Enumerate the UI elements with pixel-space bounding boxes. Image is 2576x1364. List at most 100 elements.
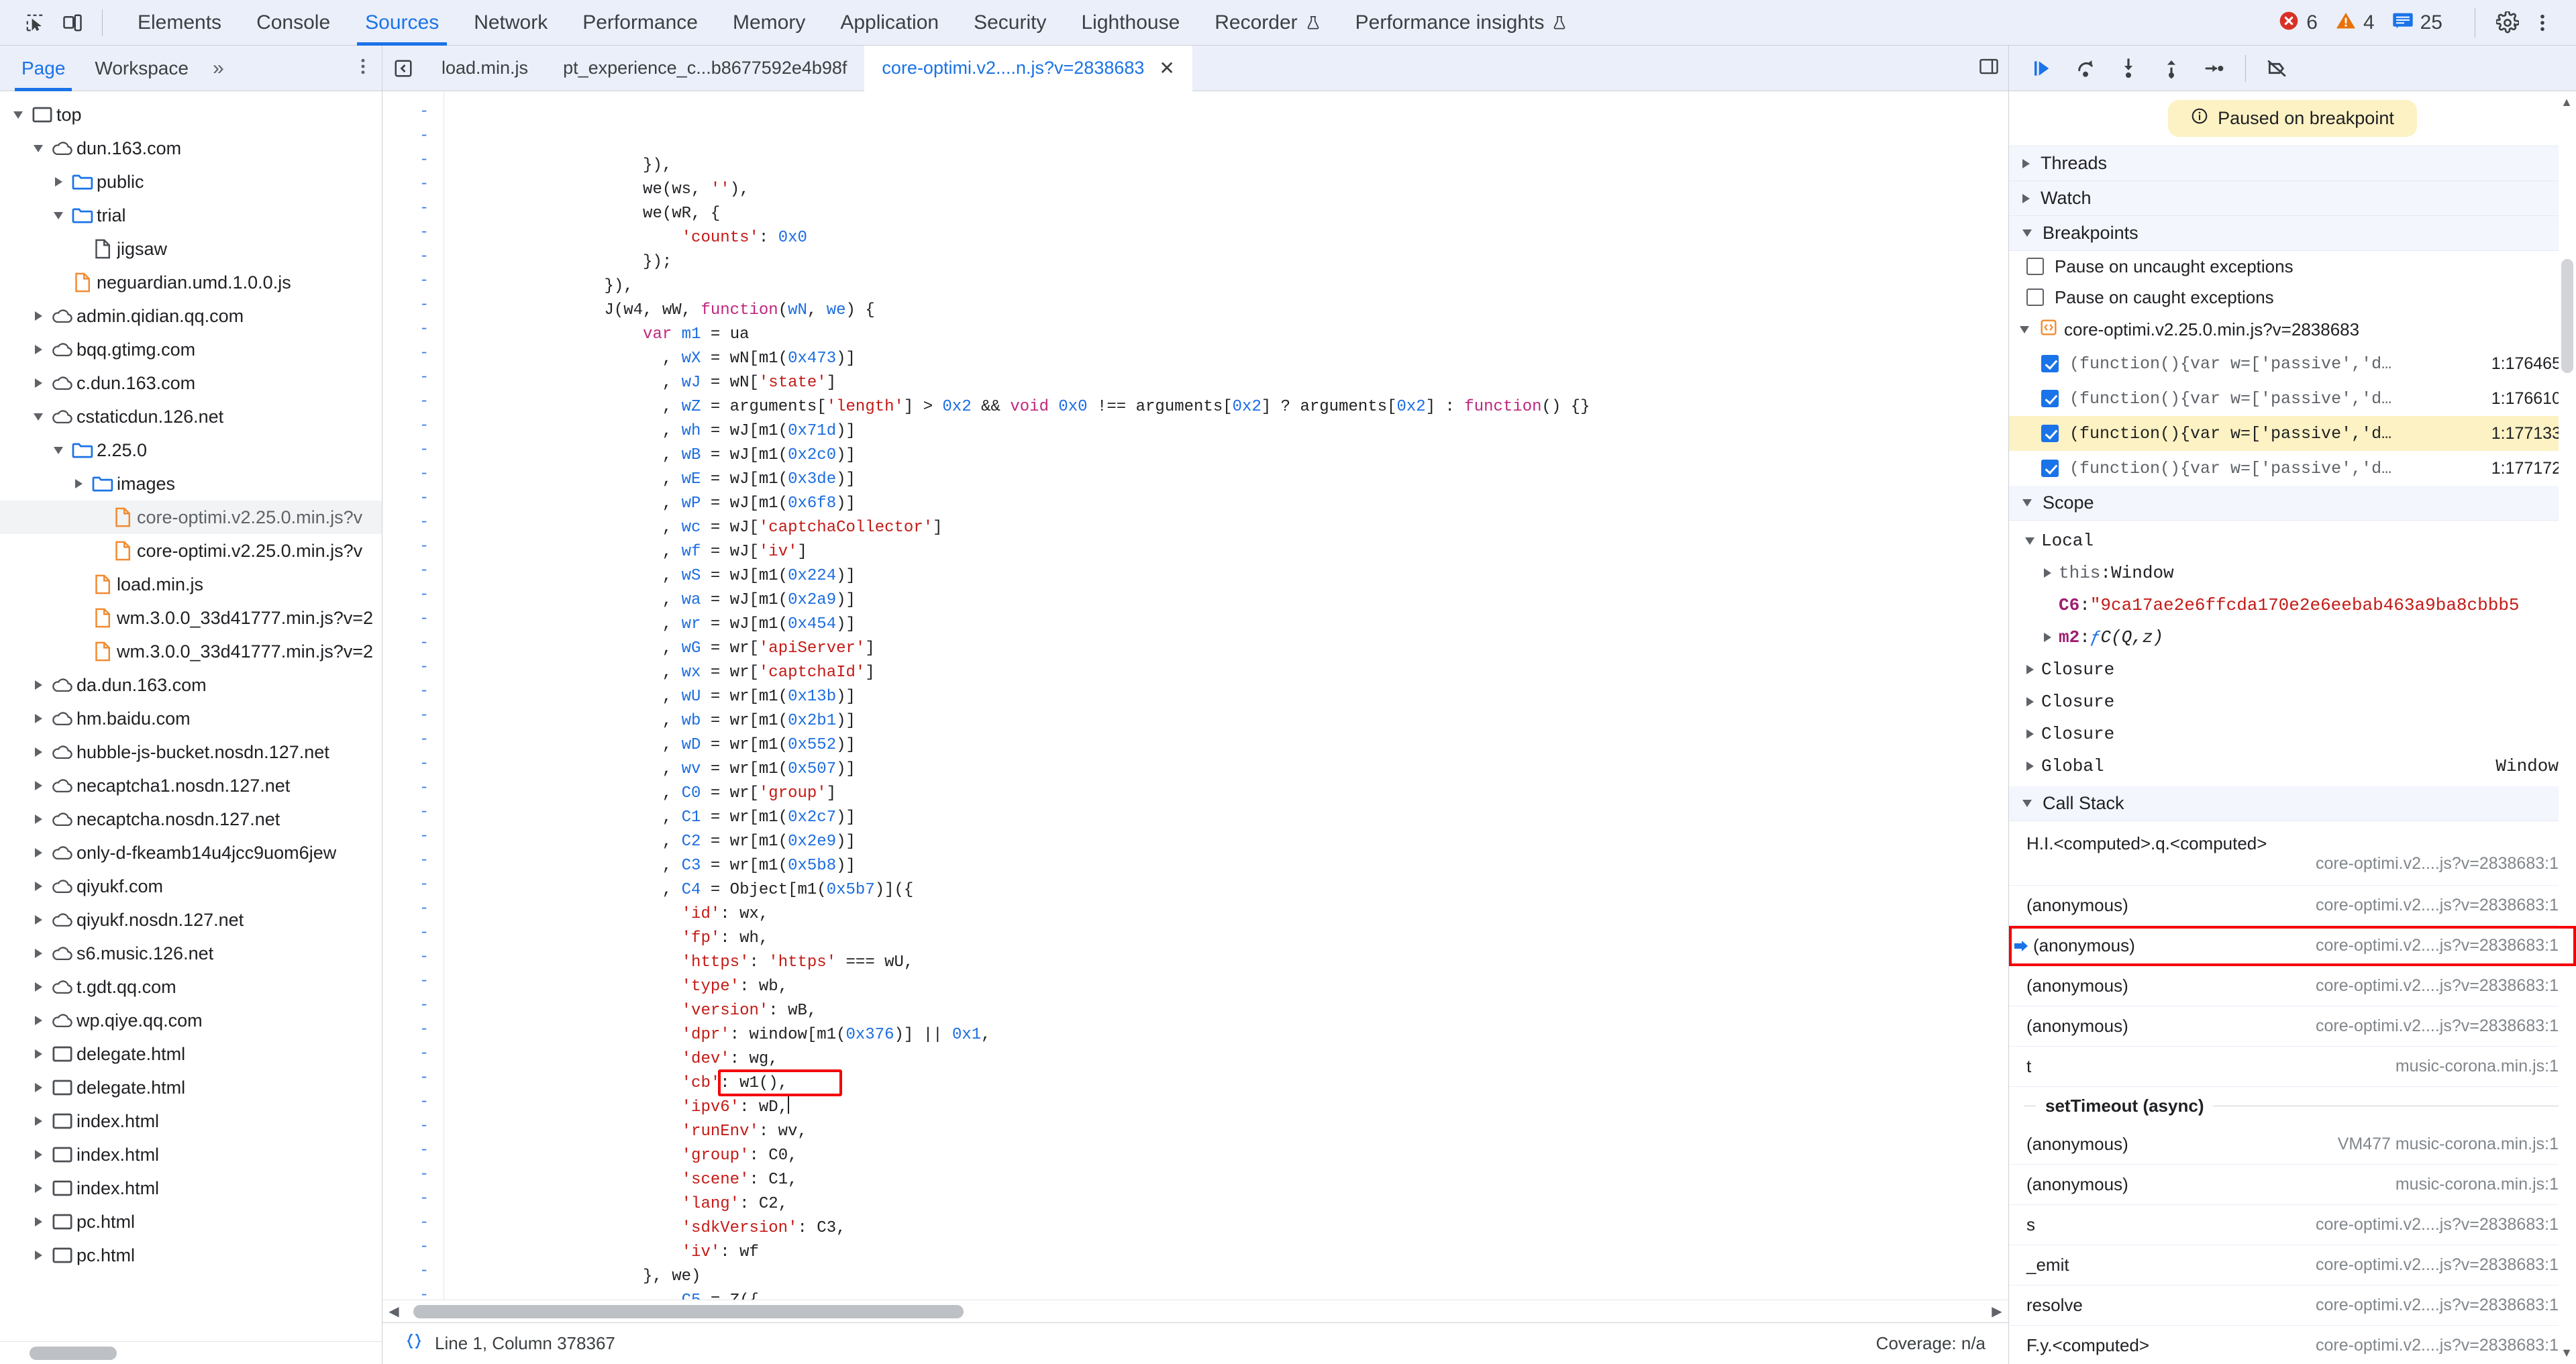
tree-item-delegate-html[interactable]: delegate.html [0,1037,382,1071]
line-marker[interactable]: - [382,510,444,534]
chevron-down-icon[interactable] [2018,537,2041,545]
checkbox[interactable] [2026,258,2044,275]
line-marker[interactable]: - [382,534,444,558]
line-marker[interactable]: - [382,921,444,945]
tree-item-public[interactable]: public [0,165,382,199]
line-marker[interactable]: - [382,1138,444,1162]
tree-item-index-html[interactable]: index.html [0,1171,382,1205]
chevron-right-icon[interactable] [28,345,48,354]
nav-overflow-chevron-icon[interactable]: » [203,57,232,80]
scope-row-local[interactable]: Local [2009,525,2576,557]
scope-row-c6[interactable]: C6: "9ca17ae2e6ffcda170e2e6eebab463a9ba8… [2009,589,2576,621]
tree-item-necaptcha-nosdn-127-net[interactable]: necaptcha.nosdn.127.net [0,802,382,836]
tree-item-delegate-html[interactable]: delegate.html [0,1071,382,1104]
line-marker[interactable]: - [382,679,444,703]
nav-tab-workspace[interactable]: Workspace [80,46,203,91]
inspect-element-icon[interactable] [16,4,54,42]
tree-item-wp-qiye-qq-com[interactable]: wp.qiye.qq.com [0,1004,382,1037]
tree-item-core-optimi-v2-25-0-min-js-v[interactable]: core-optimi.v2.25.0.min.js?v [0,501,382,534]
call-stack-frame[interactable]: _emit core-optimi.v2....js?v=2838683:1 [2009,1245,2576,1286]
tree-item-only-d-fkeamb14u4jcc9uom6jew[interactable]: only-d-fkeamb14u4jcc9uom6jew [0,836,382,870]
chevron-right-icon[interactable] [28,1184,48,1193]
navigator-more-kebab-icon[interactable] [355,56,371,80]
line-marker[interactable]: - [382,1090,444,1114]
chevron-right-icon[interactable] [28,882,48,891]
line-marker[interactable]: - [382,1017,444,1041]
file-navigator-tree[interactable]: top dun.163.com public trial jigsaw neguardia… [0,91,382,1341]
editor-tab-pt-experience[interactable]: pt_experience_c...b8677592e4b98f [546,46,864,91]
breakpoint-checkbox[interactable] [2041,460,2059,477]
scrollbar-thumb[interactable] [413,1304,964,1318]
chevron-right-icon[interactable] [28,1217,48,1226]
line-marker[interactable]: - [382,268,444,293]
message-count-button[interactable]: 25 [2392,11,2442,34]
tree-item-top[interactable]: top [0,98,382,132]
chevron-right-icon[interactable] [28,949,48,958]
breakpoint-row[interactable]: (function(){var w=['passive','d… 1:177133 [2009,416,2576,451]
show-navigator-icon[interactable] [382,58,424,78]
debugger-vertical-scrollbar[interactable]: ▲ ▼ [2559,91,2576,1364]
step-out-icon[interactable] [2153,50,2190,87]
tab-recorder[interactable]: Recorder [1197,0,1337,46]
warning-count-button[interactable]: 4 [2335,10,2375,35]
breakpoint-checkbox[interactable] [2041,355,2059,372]
editor-horizontal-scrollbar[interactable]: ◀ ▶ [382,1300,2008,1322]
line-marker[interactable]: - [382,462,444,486]
tab-application[interactable]: Application [823,0,956,46]
line-marker[interactable]: - [382,413,444,437]
tree-item-hubble-js-bucket-nosdn-127-net[interactable]: hubble-js-bucket.nosdn.127.net [0,735,382,769]
chevron-right-icon[interactable] [28,915,48,925]
navigator-horizontal-scrollbar[interactable] [0,1341,382,1364]
line-marker[interactable]: - [382,196,444,220]
line-marker[interactable]: - [382,776,444,800]
step-icon[interactable] [2196,50,2233,87]
tab-memory[interactable]: Memory [715,0,823,46]
line-marker[interactable]: - [382,993,444,1017]
chevron-right-icon[interactable] [28,311,48,321]
call-stack-frame[interactable]: (anonymous) core-optimi.v2....js?v=283868… [2009,1006,2576,1047]
line-marker[interactable]: - [382,751,444,776]
tree-item-index-html[interactable]: index.html [0,1138,382,1171]
nav-tab-page[interactable]: Page [7,46,80,91]
chevron-right-icon[interactable] [2036,633,2059,642]
tree-item-index-html[interactable]: index.html [0,1104,382,1138]
line-marker[interactable]: - [382,99,444,123]
chevron-right-icon[interactable] [28,1016,48,1025]
chevron-right-icon[interactable] [28,378,48,388]
scrollbar-thumb[interactable] [2561,259,2573,373]
chevron-right-icon[interactable] [2018,729,2041,739]
line-marker[interactable]: - [382,486,444,510]
scroll-left-arrow-icon[interactable]: ◀ [382,1303,405,1320]
chevron-down-icon[interactable] [48,446,68,454]
chevron-right-icon[interactable] [68,479,89,488]
tree-item-trial[interactable]: trial [0,199,382,232]
line-marker[interactable]: - [382,1210,444,1235]
scroll-right-arrow-icon[interactable]: ▶ [1986,1303,2008,1320]
tree-item-s6-music-126-net[interactable]: s6.music.126.net [0,937,382,970]
call-stack-frame[interactable]: H.I.<computed>.q.<computed> core-optimi.v… [2009,821,2576,886]
line-marker[interactable]: - [382,1162,444,1186]
line-marker[interactable]: - [382,1065,444,1090]
line-marker[interactable]: - [382,1114,444,1138]
tab-sources[interactable]: Sources [348,0,456,46]
tree-item-pc-html[interactable]: pc.html [0,1205,382,1239]
line-marker[interactable]: - [382,437,444,462]
line-marker[interactable]: - [382,317,444,341]
checkbox[interactable] [2026,288,2044,306]
line-marker[interactable]: - [382,824,444,848]
chevron-right-icon[interactable] [2018,697,2041,706]
line-marker[interactable]: - [382,389,444,413]
breakpoint-row[interactable]: (function(){var w=['passive','d… 1:177172 [2009,451,2576,486]
chevron-right-icon[interactable] [28,1049,48,1059]
line-marker[interactable]: - [382,365,444,389]
code-content[interactable]: }), we(ws, ''), we(wR, { 'counts': 0x0 }… [444,91,2008,1300]
chevron-right-icon[interactable] [28,815,48,824]
section-call-stack[interactable]: Call Stack [2009,786,2576,821]
line-marker[interactable]: - [382,848,444,872]
chevron-right-icon[interactable] [2018,665,2041,674]
line-marker[interactable]: - [382,123,444,148]
tree-item-hm-baidu-com[interactable]: hm.baidu.com [0,702,382,735]
line-marker[interactable]: - [382,969,444,993]
breakpoint-checkbox[interactable] [2041,425,2059,442]
tab-elements[interactable]: Elements [120,0,239,46]
